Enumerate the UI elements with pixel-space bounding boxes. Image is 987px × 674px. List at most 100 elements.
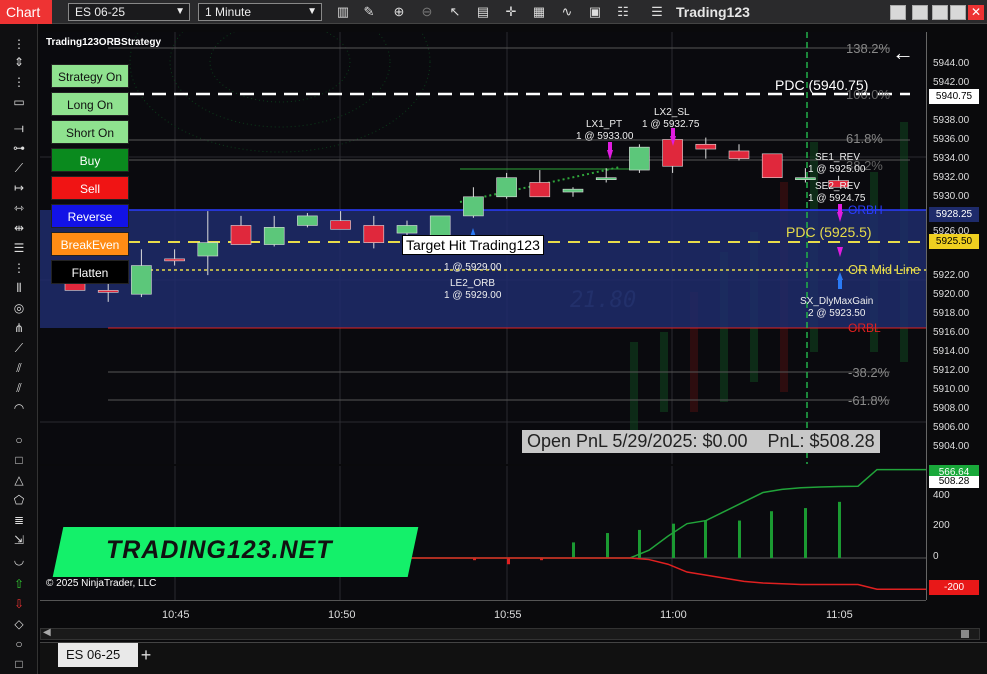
ray-icon[interactable]: ⊶: [10, 140, 28, 156]
horizontal-scrollbar[interactable]: ◀: [40, 627, 980, 640]
reverse-button[interactable]: Reverse: [51, 204, 129, 228]
link-button[interactable]: [890, 5, 906, 20]
text-icon[interactable]: ≣: [10, 512, 28, 528]
time-label: 11:00: [660, 609, 687, 621]
crosshair-icon[interactable]: ✛: [502, 3, 520, 21]
fib-138-label: 138.2%: [846, 41, 891, 56]
pnl-panel[interactable]: TRADING123.NET © 2025 NinjaTrader, LLC: [40, 466, 926, 600]
zoom-in-icon[interactable]: ⊕: [390, 3, 408, 21]
time-cycles-icon[interactable]: ◠: [10, 400, 28, 416]
pnl-neg-box: -200: [929, 580, 979, 595]
back-arrow-icon[interactable]: ←: [892, 42, 914, 64]
buy-button[interactable]: Buy: [51, 148, 129, 172]
candle: [595, 177, 617, 180]
fibonacci-retracement-icon[interactable]: ☰: [10, 240, 28, 256]
diamond-icon[interactable]: ◇: [10, 616, 28, 632]
indicators-icon[interactable]: ▦: [530, 3, 548, 21]
price-label: 5916.00: [933, 327, 970, 338]
sell-button[interactable]: Sell: [51, 176, 129, 200]
pnl-bar: [507, 558, 510, 565]
minimize-button[interactable]: [912, 5, 928, 20]
time-axis[interactable]: 10:45 10:50 10:55 11:00 11:05: [40, 600, 926, 626]
arrow-up-icon[interactable]: ⇧: [10, 576, 28, 592]
chart-trader-icon[interactable]: ▣: [586, 3, 604, 21]
lx2-detail: 1 @ 5932.75: [642, 119, 700, 130]
close-button[interactable]: ✕: [968, 5, 984, 20]
interval-select[interactable]: 1 Minute ▼: [198, 3, 322, 21]
zoom-out-icon[interactable]: ⊖: [418, 3, 436, 21]
line-icon[interactable]: ⟞: [10, 120, 28, 136]
arrow-cross-icon[interactable]: ⇕: [10, 54, 28, 70]
chart-tab[interactable]: Chart: [0, 0, 52, 24]
flatten-button[interactable]: Flatten: [51, 260, 129, 284]
pitchfork-icon[interactable]: ⋔: [10, 320, 28, 336]
pointer-icon[interactable]: ↖: [446, 3, 464, 21]
title-bar: Chart ES 06-25 ▼ 1 Minute ▼ ▥ ✎ ⊕ ⊖ ↖ ▤ ✛ …: [0, 0, 987, 24]
price-axis[interactable]: 5944.00 5942.00 5940.75 5938.00 5936.00 …: [926, 32, 980, 600]
risk-reward-icon[interactable]: ⇲: [10, 532, 28, 548]
pnl-label: 400: [933, 490, 950, 501]
fib-neg61-label: -61.8%: [848, 393, 890, 408]
gann-fan-icon[interactable]: ⟋: [10, 340, 28, 356]
fibonacci-time-icon[interactable]: ⦀: [10, 280, 28, 296]
scroll-left-icon[interactable]: ◀: [43, 627, 51, 638]
scroll-thumb[interactable]: [961, 630, 969, 638]
rectangle-select-icon[interactable]: ▭: [10, 94, 28, 110]
price-label: 5910.00: [933, 384, 970, 395]
pnl-label: 0: [933, 551, 939, 562]
vertical-line-icon[interactable]: ⇹: [10, 220, 28, 236]
cursor-icon[interactable]: ⋮: [10, 36, 28, 52]
candle: [297, 215, 318, 226]
pnl-bar: [704, 520, 707, 558]
pencil-icon[interactable]: ✎: [360, 3, 378, 21]
window-brand-title: Trading123: [676, 4, 750, 20]
bar-type-icon[interactable]: ▥: [334, 3, 352, 21]
price-label: 5922.00: [933, 270, 970, 281]
horizontal-line-icon[interactable]: ⇿: [10, 200, 28, 216]
lx1-name: LX1_PT: [586, 119, 623, 130]
region-icon[interactable]: ⋮: [10, 74, 28, 90]
or-mid-label: OR Mid Line: [848, 262, 921, 277]
mid-price-box: 5925.50: [929, 234, 979, 249]
properties-icon[interactable]: ☷: [614, 3, 632, 21]
minimize-icon-button[interactable]: [932, 5, 948, 20]
data-box-icon[interactable]: ▤: [474, 3, 492, 21]
long-on-button[interactable]: Long On: [51, 92, 129, 116]
dot-icon[interactable]: ○: [10, 636, 28, 652]
pnl-bar: [572, 542, 575, 558]
strategy-name: Trading123ORBStrategy: [46, 37, 162, 48]
short-on-button[interactable]: Short On: [51, 120, 129, 144]
current-price-box: 5928.25: [929, 207, 979, 222]
ellipse-icon[interactable]: ○: [10, 432, 28, 448]
maximize-button[interactable]: [950, 5, 966, 20]
add-tab-icon[interactable]: +: [136, 643, 156, 667]
hamburger-icon[interactable]: ☰: [648, 3, 666, 21]
trend-line-icon[interactable]: ⟋: [10, 160, 28, 176]
candle: [164, 258, 185, 262]
target-hit-callout: Target Hit Trading123: [402, 235, 544, 255]
fib-neg38-label: -38.2%: [848, 365, 890, 380]
instrument-tabs: ES 06-25 +: [40, 642, 987, 674]
regression-channel-icon[interactable]: ⫽: [10, 360, 28, 376]
breakeven-button[interactable]: BreakEven: [51, 232, 129, 256]
square-icon[interactable]: □: [10, 656, 28, 672]
arc-icon[interactable]: ◡: [10, 552, 28, 568]
fibonacci-circle-icon[interactable]: ◎: [10, 300, 28, 316]
instrument-tab[interactable]: ES 06-25: [58, 643, 138, 667]
strategy-on-button[interactable]: Strategy On: [51, 64, 129, 88]
rectangle-icon[interactable]: □: [10, 452, 28, 468]
fib-100-label: 100.0%: [846, 87, 891, 102]
channel-icon[interactable]: ⫽: [10, 380, 28, 396]
arrow-down-icon[interactable]: ⇩: [10, 596, 28, 612]
price-label: 5904.00: [933, 441, 970, 452]
price-label: 5914.00: [933, 346, 970, 357]
triangle-icon[interactable]: △: [10, 472, 28, 488]
chevron-down-icon: ▼: [175, 6, 185, 17]
fib-61-label: 61.8%: [846, 131, 883, 146]
extended-line-icon[interactable]: ↦: [10, 180, 28, 196]
fibonacci-extension-icon[interactable]: ⋮: [10, 260, 28, 276]
instrument-select[interactable]: ES 06-25 ▼: [68, 3, 190, 21]
strategies-icon[interactable]: ∿: [558, 3, 576, 21]
price-panel[interactable]: 21.80 Trading123ORBStrategy F ← St: [40, 32, 926, 464]
polygon-icon[interactable]: ⬠: [10, 492, 28, 508]
